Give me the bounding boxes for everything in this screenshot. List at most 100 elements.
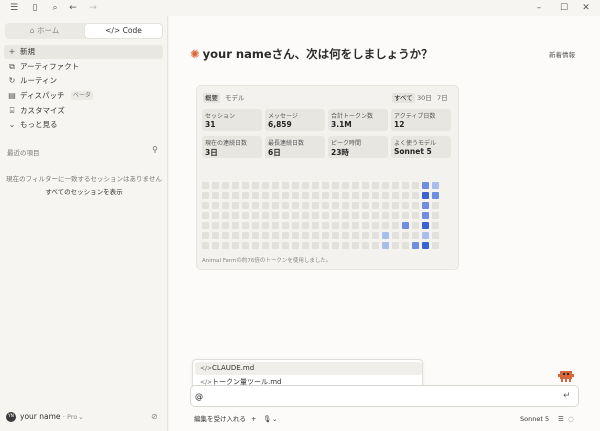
heatmap-cell: [392, 242, 399, 249]
tab-code[interactable]: </> Code: [85, 24, 162, 38]
heatmap-cell: [322, 212, 329, 219]
model-selector[interactable]: Sonnet 5: [520, 412, 549, 426]
close-icon[interactable]: ✕: [580, 2, 592, 14]
show-all-sessions-link[interactable]: すべてのセッションを表示: [0, 186, 168, 196]
heatmap-cell: [352, 192, 359, 199]
effort-icon[interactable]: ☰: [558, 412, 564, 426]
range-all[interactable]: すべて: [392, 93, 415, 103]
heatmap-cell: [202, 202, 209, 209]
heatmap-cell: [232, 202, 239, 209]
heatmap-cell: [272, 202, 279, 209]
search-icon[interactable]: ⌕: [49, 2, 61, 14]
heatmap-cell: [422, 202, 429, 209]
artifact-icon: ⧉: [9, 62, 15, 71]
heatmap-cell: [342, 222, 349, 229]
mic-icon[interactable]: 🎙: [263, 412, 271, 426]
heatmap-cell: [342, 192, 349, 199]
heatmap-cell: [252, 222, 259, 229]
sidebar-item-label: カスタマイズ: [20, 106, 65, 115]
heatmap-cell: [302, 242, 309, 249]
heatmap-cell: [432, 182, 439, 189]
heatmap-cell: [402, 242, 409, 249]
attachment-icon[interactable]: ⊘: [151, 412, 158, 422]
heatmap-cell: [222, 222, 229, 229]
heatmap-cell: [252, 192, 259, 199]
heatmap-cell: [312, 222, 319, 229]
heatmap-cell: [352, 242, 359, 249]
sidebar-item-new[interactable]: + 新規: [4, 45, 163, 59]
stat-peak-hour: ピーク時間 23時: [328, 136, 388, 158]
tab-overview[interactable]: 概要: [203, 93, 220, 103]
heatmap-cell: [292, 182, 299, 189]
heatmap-cell: [262, 212, 269, 219]
home-icon: ⌂: [29, 26, 35, 35]
range-30d[interactable]: 30日: [415, 93, 434, 103]
send-icon[interactable]: ↵: [563, 390, 571, 402]
sidebar-item-dispatch[interactable]: ▤ ディスパッチ ベータ: [4, 89, 163, 103]
range-7d[interactable]: 7日: [435, 93, 450, 103]
heatmap-cell: [422, 222, 429, 229]
mention-item-claude-md[interactable]: </> CLAUDE.md: [195, 362, 422, 375]
user-plan: · Pro: [62, 413, 78, 421]
minimize-icon[interactable]: –: [533, 2, 545, 14]
heatmap-cell: [302, 192, 309, 199]
heatmap-cell: [382, 212, 389, 219]
heatmap-cell: [362, 212, 369, 219]
heatmap-cell: [302, 222, 309, 229]
prompt-input[interactable]: [195, 389, 555, 404]
add-icon[interactable]: +: [251, 412, 256, 426]
chevron-down-icon[interactable]: ⌄: [272, 412, 277, 426]
dispatch-icon: ▤: [8, 91, 16, 100]
sidebar-item-routines[interactable]: ↻ ルーティン: [4, 74, 163, 88]
heatmap-cell: [352, 212, 359, 219]
prompt-composer: ↵: [190, 385, 579, 407]
tab-home[interactable]: ⌂ ホーム: [6, 24, 83, 38]
heatmap-cell: [362, 222, 369, 229]
heatmap-cell: [222, 242, 229, 249]
heatmap-cell: [422, 242, 429, 249]
filter-icon[interactable]: ⚲: [150, 145, 160, 155]
sidebar-item-artifacts[interactable]: ⧉ アーティファクト: [4, 60, 163, 74]
heatmap-cell: [312, 192, 319, 199]
mode-toggle: ⌂ ホーム </> Code: [5, 23, 163, 39]
heatmap-cell: [382, 202, 389, 209]
sidebar-toggle-icon[interactable]: ▯: [29, 2, 41, 14]
stat-label: アクティブ日数: [394, 113, 436, 120]
heatmap-cell: [302, 212, 309, 219]
whats-new-link[interactable]: 新着情報: [549, 49, 575, 59]
heatmap-cell: [422, 212, 429, 219]
heatmap-cell: [362, 202, 369, 209]
heatmap-cell: [312, 202, 319, 209]
heatmap-cell: [272, 192, 279, 199]
code-icon: </>: [200, 365, 213, 372]
permission-mode-button[interactable]: 編集を受け入れる: [194, 412, 246, 426]
claude-star-icon: ✺: [190, 47, 200, 61]
composer-toolbar: 編集を受け入れる + 🎙 ⌄ Sonnet 5 ☰ ○: [190, 412, 579, 426]
heatmap-cell: [322, 182, 329, 189]
heatmap-cell: [352, 222, 359, 229]
forward-arrow-icon[interactable]: →: [87, 2, 99, 14]
heatmap-cell: [232, 212, 239, 219]
tab-code-label: Code: [122, 26, 142, 35]
sidebar-item-label: もっと見る: [20, 120, 58, 129]
heatmap-cell: [342, 232, 349, 239]
user-menu[interactable]: YN your name · Pro ⌄ ⊘: [0, 409, 168, 427]
sidebar-item-customize[interactable]: ⌸ カスタマイズ: [4, 104, 163, 118]
heatmap-cell: [422, 232, 429, 239]
heatmap-cell: [232, 182, 239, 189]
heatmap-cell: [242, 192, 249, 199]
heatmap-cell: [202, 232, 209, 239]
heatmap-cell: [322, 192, 329, 199]
menu-icon[interactable]: ☰: [8, 2, 20, 14]
usage-stats-card: 概要 モデル すべて 30日 7日 セッション 31 メッセージ 6,859 合…: [196, 85, 459, 270]
maximize-icon[interactable]: ☐: [558, 2, 570, 14]
heatmap-cell: [412, 192, 419, 199]
heatmap-cell: [292, 202, 299, 209]
activity-heatmap: [202, 182, 452, 250]
back-arrow-icon[interactable]: ←: [67, 2, 79, 14]
heatmap-cell: [332, 192, 339, 199]
tab-models[interactable]: モデル: [223, 93, 247, 103]
sidebar-item-more[interactable]: ⌄ もっと見る: [4, 118, 163, 132]
user-name: your name · Pro: [20, 412, 77, 422]
sidebar-item-label: ルーティン: [20, 76, 58, 85]
